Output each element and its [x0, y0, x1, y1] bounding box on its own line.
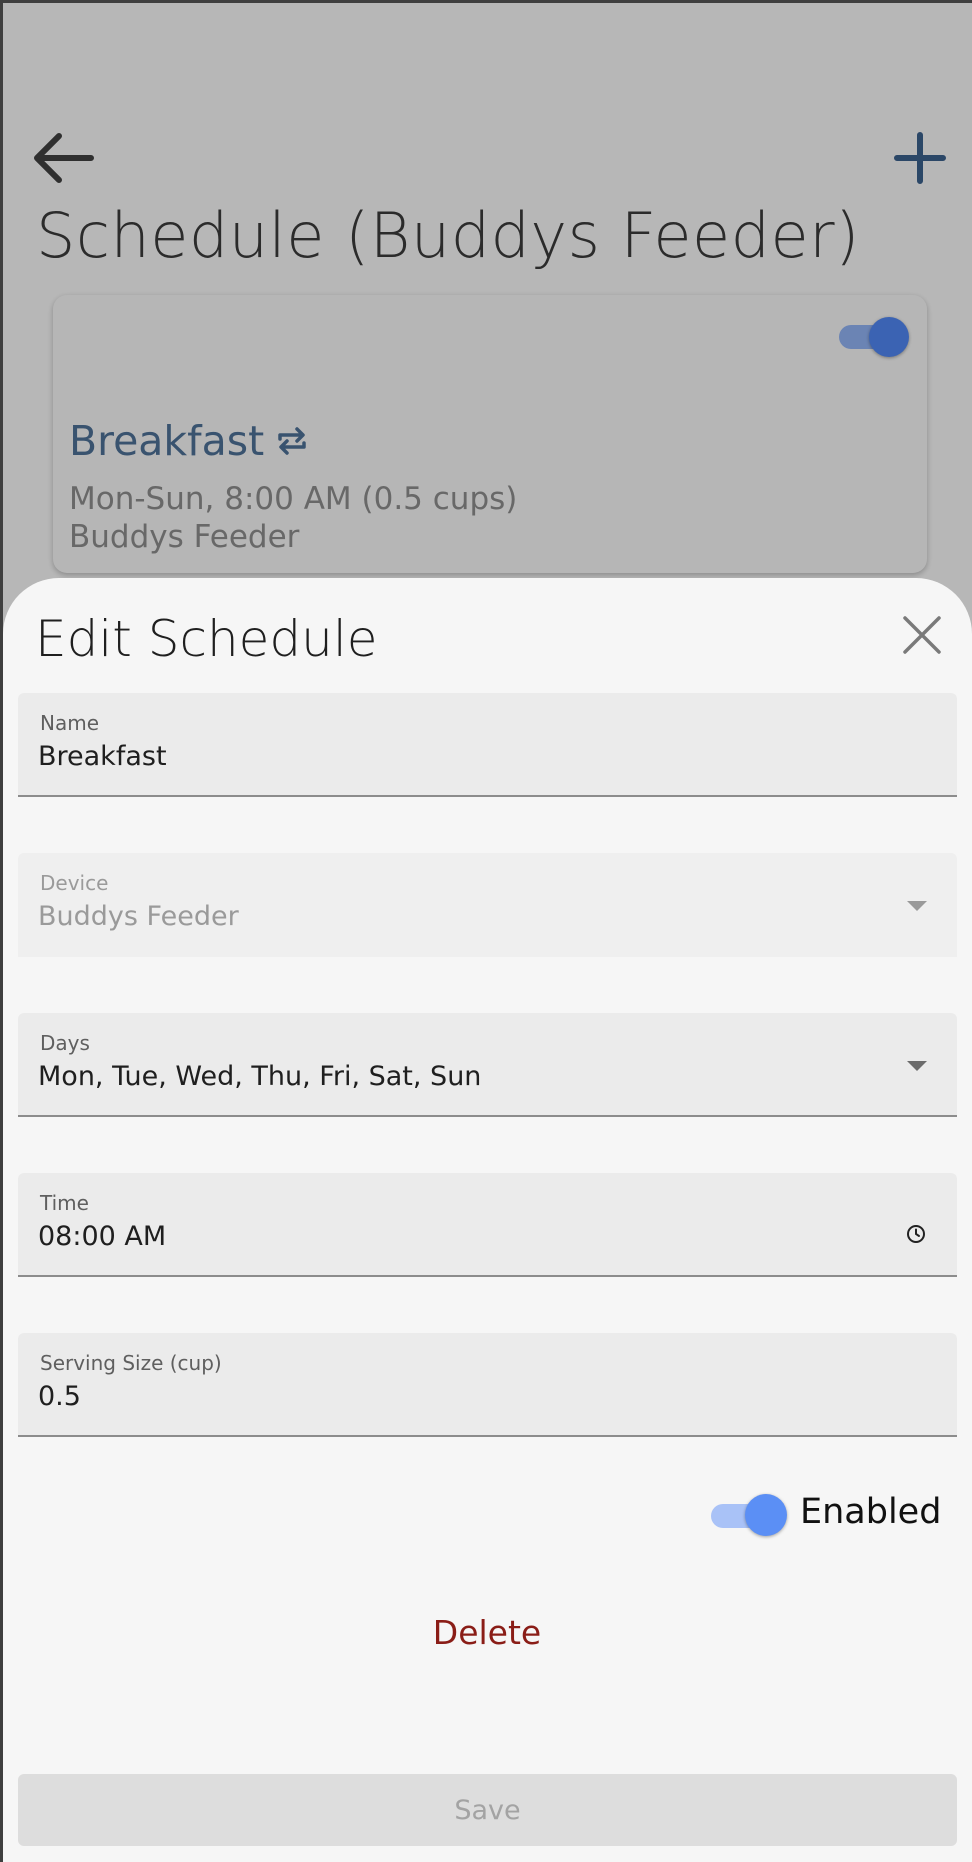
name-input[interactable]: Breakfast — [38, 741, 167, 772]
device-value: Buddys Feeder — [38, 901, 239, 932]
toggle-knob — [745, 1494, 787, 1536]
serving-size-field[interactable]: Serving Size (cup) 0.5 — [18, 1333, 957, 1437]
enabled-label: Enabled — [800, 1492, 942, 1532]
days-label: Days — [40, 1031, 90, 1055]
delete-button[interactable]: Delete — [337, 1602, 637, 1662]
time-field[interactable]: Time 08:00 AM — [18, 1173, 957, 1277]
name-field[interactable]: Name Breakfast — [18, 693, 957, 797]
serving-size-label: Serving Size (cup) — [40, 1351, 222, 1375]
name-label: Name — [40, 711, 100, 735]
chevron-down-icon[interactable] — [907, 1061, 927, 1071]
days-select[interactable]: Days Mon, Tue, Wed, Thu, Fri, Sat, Sun — [18, 1013, 957, 1117]
serving-size-input[interactable]: 0.5 — [38, 1381, 81, 1412]
save-button[interactable]: Save — [18, 1774, 957, 1846]
edit-schedule-sheet: Edit Schedule Name Breakfast Device Budd… — [3, 578, 972, 1862]
clock-icon[interactable] — [905, 1223, 927, 1245]
close-button[interactable] — [899, 612, 945, 658]
device-label: Device — [40, 871, 109, 895]
device-select: Device Buddys Feeder — [18, 853, 957, 957]
time-input[interactable]: 08:00 AM — [38, 1221, 166, 1252]
days-value[interactable]: Mon, Tue, Wed, Thu, Fri, Sat, Sun — [38, 1061, 481, 1092]
sheet-title: Edit Schedule — [35, 610, 378, 668]
enabled-row: Enabled — [703, 1484, 943, 1544]
close-icon — [903, 616, 941, 654]
chevron-down-icon — [907, 901, 927, 911]
enabled-toggle[interactable] — [711, 1492, 791, 1538]
time-label: Time — [40, 1191, 89, 1215]
